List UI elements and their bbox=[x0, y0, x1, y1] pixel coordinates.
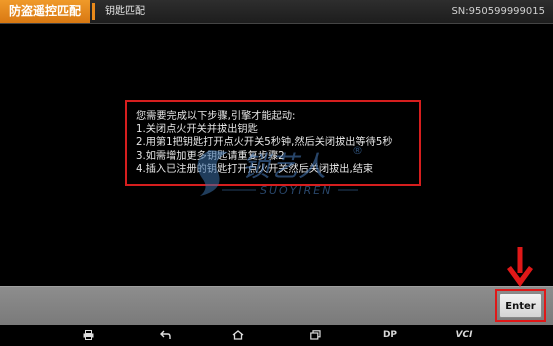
tab-divider bbox=[92, 3, 95, 20]
top-bar: 防盗遥控匹配 钥匙匹配 SN:950599999015 bbox=[0, 0, 553, 24]
instruction-intro: 您需要完成以下步骤,引擎才能起动: bbox=[136, 111, 296, 122]
dp-button[interactable]: DP bbox=[378, 325, 402, 346]
enter-button[interactable]: Enter bbox=[499, 293, 542, 318]
bottom-toolbar bbox=[0, 286, 553, 325]
recent-apps-icon[interactable] bbox=[305, 325, 325, 346]
instruction-step-2: 2.用第1把钥匙打开点火开关5秒钟,然后关闭拔出等待5秒 bbox=[136, 137, 393, 149]
system-nav-bar: DP VCI bbox=[0, 325, 553, 346]
instruction-step-4: 4.插入已注册的钥匙打开点火开关然后关闭拔出,结束 bbox=[136, 163, 374, 175]
breadcrumb: 钥匙匹配 bbox=[105, 6, 145, 17]
app-title-tab[interactable]: 防盗遥控匹配 bbox=[0, 0, 90, 23]
instruction-dialog: 您需要完成以下步骤,引擎才能起动: 1.关闭点火开关并拔出钥匙 2.用第1把钥匙… bbox=[125, 100, 421, 186]
instruction-step-1: 1.关闭点火开关并拔出钥匙 bbox=[136, 124, 258, 136]
serial-number: SN:950599999015 bbox=[451, 6, 545, 17]
back-icon[interactable] bbox=[155, 325, 175, 346]
vci-button[interactable]: VCI bbox=[452, 325, 476, 346]
home-icon[interactable] bbox=[228, 325, 248, 346]
print-icon[interactable] bbox=[78, 325, 98, 346]
arrow-down-icon bbox=[507, 247, 533, 287]
instruction-step-3: 3.如需增加更多钥匙请重复步骤2 bbox=[136, 150, 285, 162]
